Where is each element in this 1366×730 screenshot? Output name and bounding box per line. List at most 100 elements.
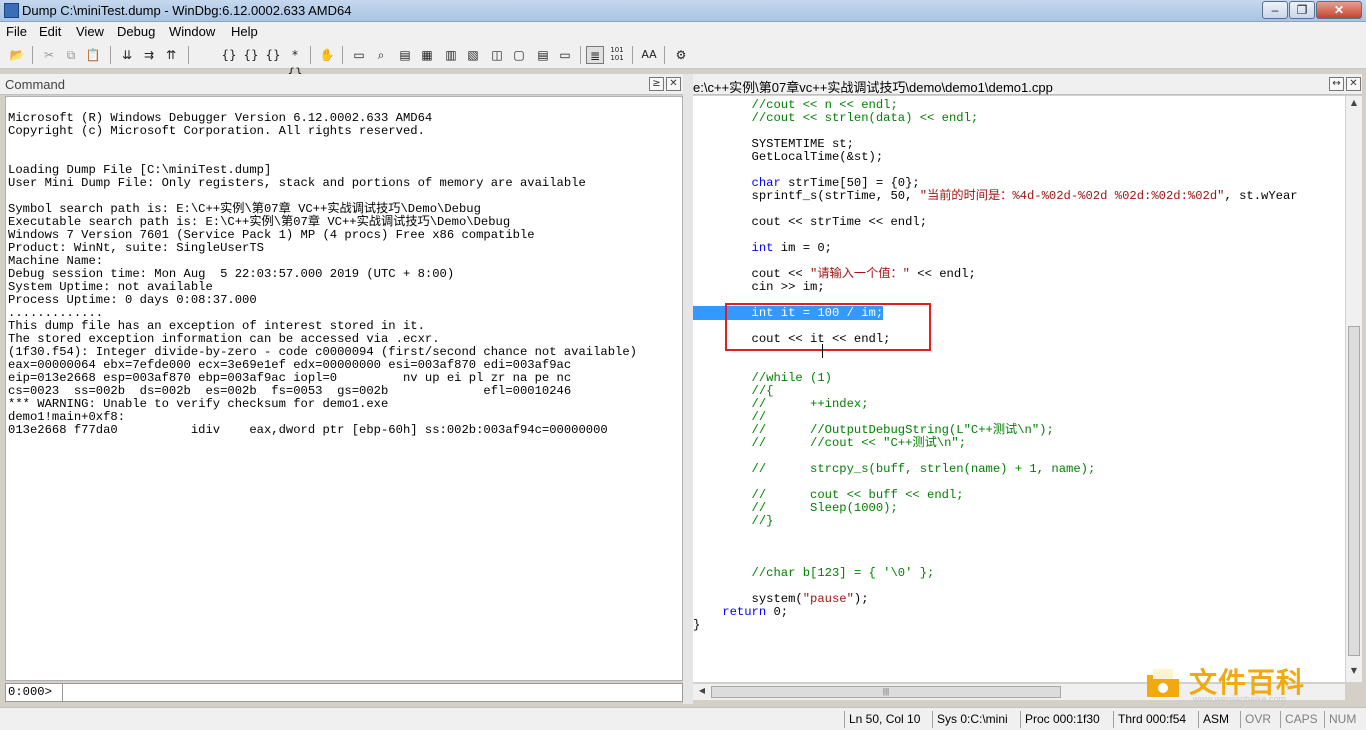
close-button[interactable]: ✕ <box>1316 1 1362 19</box>
menu-view[interactable]: View <box>76 24 104 39</box>
status-caps: CAPS <box>1280 711 1322 728</box>
code-token: 0; <box>766 605 789 619</box>
source-line <box>693 528 1298 541</box>
command-output-text: Microsoft (R) Windows Debugger Version 6… <box>8 99 637 437</box>
scroll-up-icon[interactable]: ▲ <box>1348 98 1360 112</box>
close-pane-icon[interactable]: ✕ <box>666 77 681 91</box>
code-token: "当前的时间是：%4d-%02d-%02d %02d:%02d:%02d" <box>919 189 1225 203</box>
memory-window-icon[interactable]: ▥ <box>442 46 460 64</box>
scroll-down-icon[interactable]: ▼ <box>1348 666 1360 680</box>
code-token: strTime[50] = {0}; <box>780 176 920 190</box>
code-token: , st.wYear <box>1224 189 1298 203</box>
command-input[interactable] <box>62 684 682 701</box>
scratch-pad-icon[interactable]: ▢ <box>510 46 528 64</box>
scroll-left-icon[interactable]: ◀ <box>696 686 708 700</box>
source-line: sprintf_s(strTime, 50, "当前的时间是：%4d-%02d-… <box>693 190 1298 203</box>
code-token: //while (1) <box>751 371 832 385</box>
step-out-source-icon[interactable]: {} <box>264 46 282 64</box>
open-icon[interactable]: 📂 <box>8 46 26 64</box>
code-token: GetLocalTime(&st); <box>693 150 884 164</box>
font-icon[interactable]: AA <box>640 46 658 64</box>
windbg-app-icon <box>4 3 19 18</box>
maximize-pane-icon[interactable]: ↔ <box>1329 77 1344 91</box>
watermark-logo-icon <box>1147 669 1179 697</box>
step-out-icon[interactable]: ⇈ <box>162 46 180 64</box>
command-window-icon[interactable]: ≥ <box>649 77 664 91</box>
step-over-source-icon[interactable]: {} <box>242 46 260 64</box>
status-thrd: Thrd 000:f54 <box>1113 711 1190 728</box>
source-code-text: //cout << n << endl; //cout << strlen(da… <box>693 99 1298 632</box>
command-output-line <box>8 138 637 151</box>
copy-icon[interactable]: ⧉ <box>62 46 80 64</box>
options-icon[interactable]: ⚙ <box>672 46 690 64</box>
command-input-row: 0:000> <box>5 683 683 702</box>
command-prompt: 0:000> <box>8 685 52 699</box>
command-output[interactable]: Microsoft (R) Windows Debugger Version 6… <box>5 96 683 681</box>
menu-help[interactable]: Help <box>231 24 258 39</box>
processes-window-icon[interactable]: ▤ <box>534 46 552 64</box>
status-proc: Proc 000:1f30 <box>1020 711 1104 728</box>
vertical-scroll-thumb[interactable] <box>1348 326 1360 656</box>
close-pane-icon[interactable]: ✕ <box>1346 77 1361 91</box>
step-into-icon[interactable]: ⇊ <box>118 46 136 64</box>
code-token: << endl; <box>909 267 976 281</box>
code-token: // strcpy_s(buff, strlen(name) + 1, name… <box>751 462 1096 476</box>
run-to-cursor-icon[interactable]: *{} <box>286 46 304 80</box>
step-into-source-icon[interactable]: {} <box>220 46 238 64</box>
code-token: sprintf_s(strTime, 50, <box>693 189 920 203</box>
source-pane-header: e:\c++实例\第07章vc++实战调试技巧\demo\demo1\demo1… <box>693 74 1362 95</box>
menu-window[interactable]: Window <box>169 24 215 39</box>
menu-file[interactable]: File <box>6 24 27 39</box>
pane-splitter[interactable] <box>683 74 693 704</box>
watermark-url: www.wenjianbaike.com <box>1193 694 1287 704</box>
maximize-button[interactable]: ❐ <box>1289 1 1315 19</box>
source-line: int im = 0; <box>693 242 1298 255</box>
disassembly-icon[interactable]: ◫ <box>488 46 506 64</box>
source-line <box>693 541 1298 554</box>
log-window-icon[interactable]: ▭ <box>556 46 574 64</box>
minimize-button[interactable]: – <box>1262 1 1288 19</box>
hex-mode-icon[interactable]: 101 101 <box>608 46 626 64</box>
toolbar-separator <box>580 46 581 64</box>
toolbar-separator <box>310 46 311 64</box>
toolbar-separator <box>188 46 189 64</box>
hand-icon[interactable]: ✋ <box>318 46 336 64</box>
source-line: // Sleep(1000); <box>693 502 1298 515</box>
title-bar: Dump C:\miniTest.dump - WinDbg:6.12.0002… <box>0 0 1366 22</box>
source-line: // ++index; <box>693 398 1298 411</box>
watch-window-icon[interactable]: ⌕ <box>372 46 390 64</box>
toolbar-separator <box>632 46 633 64</box>
menu-edit[interactable]: Edit <box>39 24 61 39</box>
source-mode-icon[interactable]: ≣ <box>586 46 604 64</box>
locals-window-icon[interactable]: ▤ <box>396 46 414 64</box>
toolbar: 📂 ✂ ⧉ 📋 ⇊ ⇉ ⇈ {} {} {} *{} ✋ ▭ ⌕ ▤ ▦ ▥ ▧… <box>0 41 1366 80</box>
horizontal-scroll-thumb[interactable]: ||| <box>711 686 1061 698</box>
status-bar: Ln 50, Col 10 Sys 0:C:\mini Proc 000:1f3… <box>0 707 1366 730</box>
menu-debug[interactable]: Debug <box>117 24 155 39</box>
code-token: // ++index; <box>751 397 869 411</box>
toolbar-separator <box>664 46 665 64</box>
code-token: return <box>722 605 767 619</box>
source-line: // strcpy_s(buff, strlen(name) + 1, name… <box>693 463 1298 476</box>
command-output-line: 013e2668 f77da0 idiv eax,dword ptr [ebp-… <box>8 423 608 437</box>
status-asm: ASM <box>1198 711 1233 728</box>
source-vertical-scrollbar[interactable]: ▲ ▼ <box>1345 96 1362 682</box>
cut-icon[interactable]: ✂ <box>40 46 58 64</box>
registers-window-icon[interactable]: ▦ <box>418 46 436 64</box>
paste-icon[interactable]: 📋 <box>84 46 102 64</box>
command-window-icon[interactable]: ▭ <box>350 46 368 64</box>
code-token: ); <box>853 592 869 606</box>
call-stack-icon[interactable]: ▧ <box>464 46 482 64</box>
code-token: "pause" <box>802 592 854 606</box>
toolbar-separator <box>342 46 343 64</box>
step-over-icon[interactable]: ⇉ <box>140 46 158 64</box>
source-code-view[interactable]: //cout << n << endl; //cout << strlen(da… <box>693 96 1345 682</box>
